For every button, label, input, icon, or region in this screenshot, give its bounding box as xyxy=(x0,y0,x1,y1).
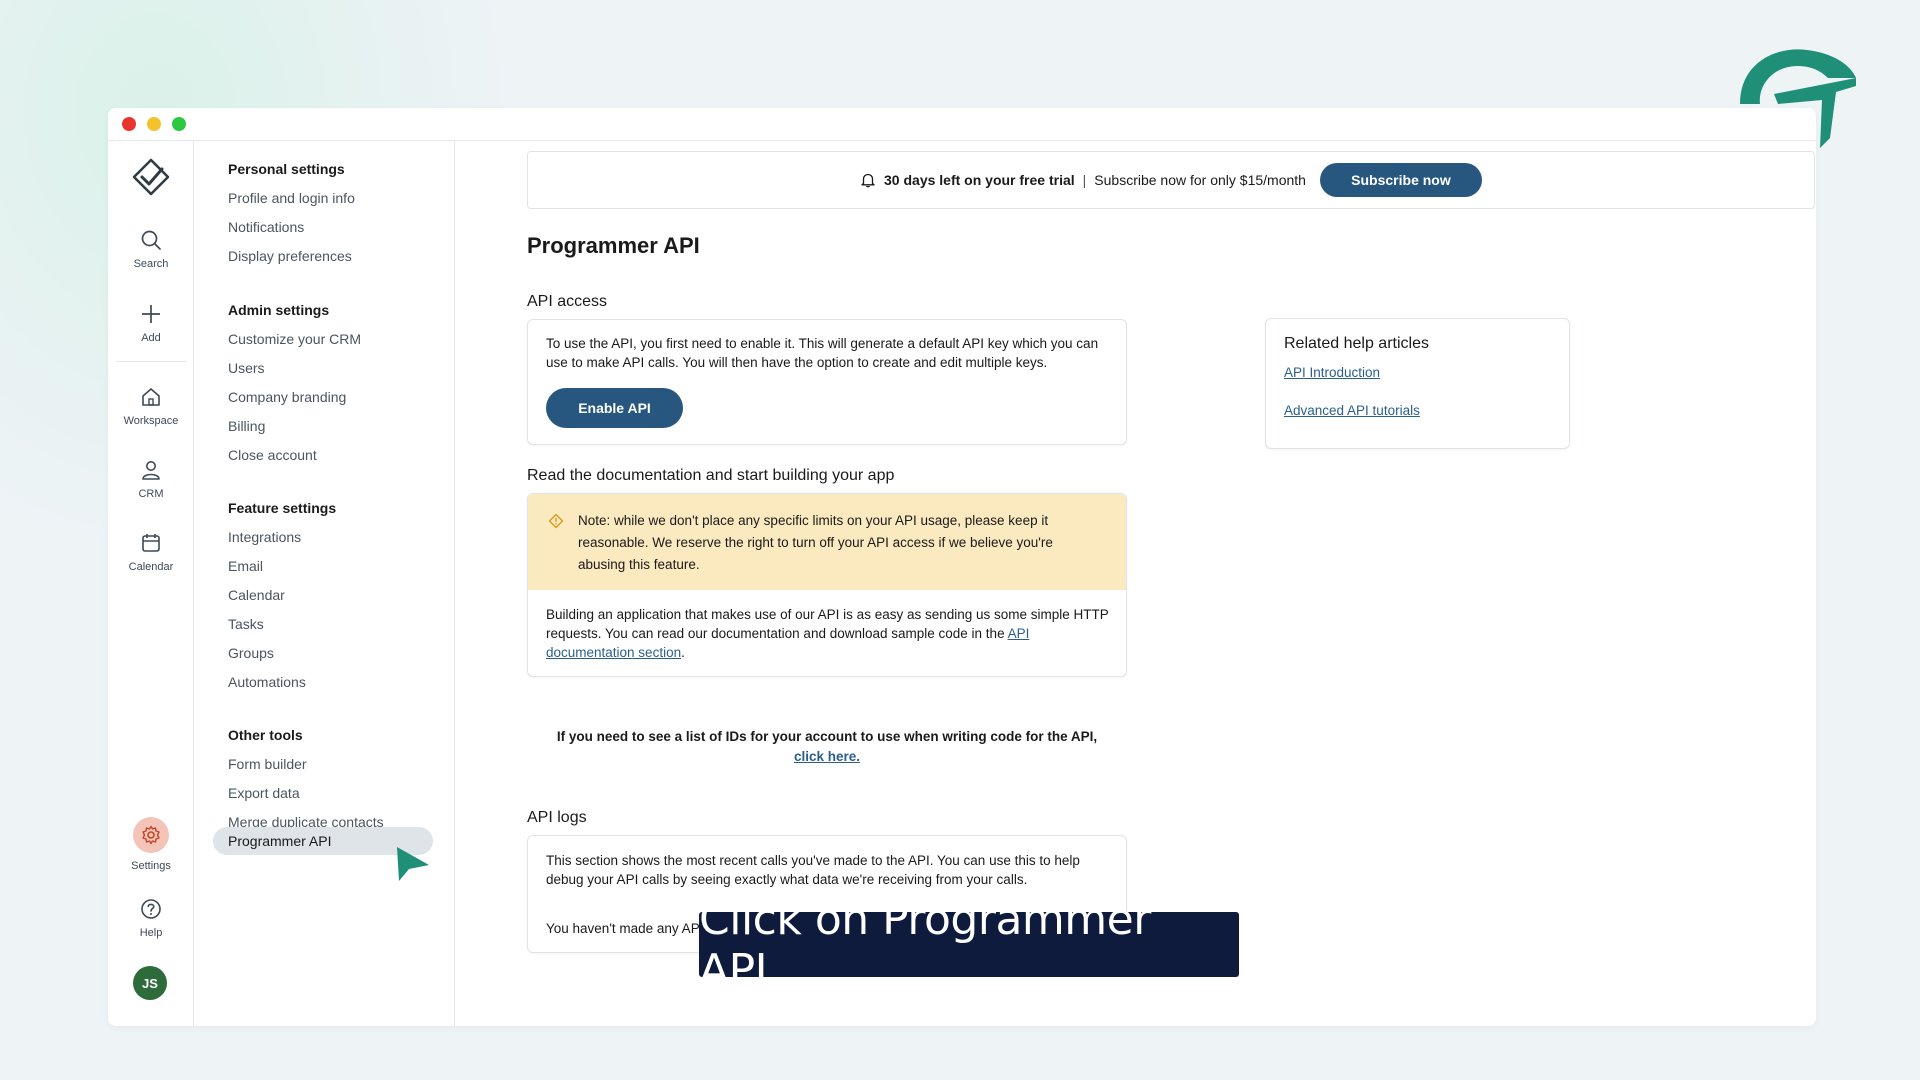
rail-label-calendar: Calendar xyxy=(128,561,174,573)
minimize-dot[interactable] xyxy=(147,117,161,131)
user-avatar[interactable]: JS xyxy=(133,966,167,1000)
rail-calendar[interactable]: Calendar xyxy=(108,532,194,573)
settings-active-indicator xyxy=(133,817,169,853)
api-access-card: To use the API, you first need to enable… xyxy=(527,319,1127,445)
nav-section-admin: Admin settings xyxy=(228,302,330,318)
rail-label-settings: Settings xyxy=(131,860,171,872)
trial-banner: 30 days left on your free trial | Subscr… xyxy=(527,151,1815,209)
page-title: Programmer API xyxy=(527,233,700,258)
nav-item-customize-crm[interactable]: Customize your CRM xyxy=(228,331,361,347)
help-link-api-introduction[interactable]: API Introduction xyxy=(1284,365,1380,380)
calendar-icon xyxy=(142,534,160,552)
bell-icon xyxy=(861,173,875,188)
icon-rail: Search Add Workspace CRM Calendar Settin… xyxy=(108,141,194,1026)
rail-label-crm: CRM xyxy=(138,488,164,500)
nav-section-personal: Personal settings xyxy=(228,161,345,177)
rail-workspace[interactable]: Workspace xyxy=(108,386,194,427)
nav-item-calendar[interactable]: Calendar xyxy=(228,587,285,603)
nav-item-company-branding[interactable]: Company branding xyxy=(228,389,346,405)
warning-diamond-icon xyxy=(548,513,564,529)
settings-nav: Personal settings Profile and login info… xyxy=(194,141,455,1026)
nav-item-profile[interactable]: Profile and login info xyxy=(228,190,355,206)
nav-section-feature: Feature settings xyxy=(228,500,337,516)
nav-item-automations[interactable]: Automations xyxy=(228,674,306,690)
person-icon xyxy=(142,461,160,480)
app-window: Search Add Workspace CRM Calendar Settin… xyxy=(108,108,1816,1026)
account-ids-note: If you need to see a list of IDs for you… xyxy=(527,727,1127,767)
api-usage-note: Note: while we don't place any specific … xyxy=(528,494,1126,590)
rail-label-workspace: Workspace xyxy=(123,415,179,427)
api-access-heading: API access xyxy=(527,293,608,310)
help-link-advanced-tutorials[interactable]: Advanced API tutorials xyxy=(1284,403,1420,418)
subscribe-button[interactable]: Subscribe now xyxy=(1319,163,1482,197)
docs-heading: Read the documentation and start buildin… xyxy=(527,467,895,484)
enable-api-button[interactable]: Enable API xyxy=(546,388,683,428)
home-icon xyxy=(142,388,160,406)
rail-search[interactable]: Search xyxy=(108,229,194,270)
nav-item-users[interactable]: Users xyxy=(228,360,265,376)
docs-text: Building an application that makes use o… xyxy=(546,605,1112,662)
help-icon xyxy=(141,899,161,919)
nav-section-other: Other tools xyxy=(228,727,303,743)
nav-item-export-data[interactable]: Export data xyxy=(228,785,300,801)
gear-icon xyxy=(142,825,160,845)
help-articles-card: Related help articles API Introduction A… xyxy=(1265,318,1570,449)
api-usage-note-text: Note: while we don't place any specific … xyxy=(578,513,1053,572)
docs-card: Note: while we don't place any specific … xyxy=(527,493,1127,677)
api-logs-heading: API logs xyxy=(527,809,587,826)
trial-offer-text: Subscribe now for only $15/month xyxy=(1094,172,1306,188)
nav-item-form-builder[interactable]: Form builder xyxy=(228,756,307,772)
nav-item-notifications[interactable]: Notifications xyxy=(228,219,304,235)
tutorial-caption: Click on Programmer API. xyxy=(699,894,1239,996)
title-bar xyxy=(108,108,1816,141)
trial-days-text: 30 days left on your free trial xyxy=(884,172,1075,188)
nav-item-programmer-api[interactable]: Programmer API xyxy=(228,833,331,849)
trial-separator: | xyxy=(1082,172,1087,188)
rail-add[interactable]: Add xyxy=(108,303,194,344)
nav-item-close-account[interactable]: Close account xyxy=(228,447,317,463)
rail-label-help: Help xyxy=(139,927,163,939)
api-access-text: To use the API, you first need to enable… xyxy=(546,336,1099,370)
help-articles-title: Related help articles xyxy=(1284,335,1429,352)
rail-label-add: Add xyxy=(141,332,161,344)
rail-settings[interactable]: Settings xyxy=(108,817,194,872)
rail-divider xyxy=(116,361,186,362)
docs-body-end: . xyxy=(681,645,685,660)
nav-item-groups[interactable]: Groups xyxy=(228,645,274,661)
maximize-dot[interactable] xyxy=(172,117,186,131)
app-logo-icon[interactable] xyxy=(131,157,171,197)
pointer-cursor-icon xyxy=(397,847,429,881)
account-ids-text: If you need to see a list of IDs for you… xyxy=(556,729,1098,744)
api-logs-text: This section shows the most recent calls… xyxy=(546,853,1080,887)
nav-item-integrations[interactable]: Integrations xyxy=(228,529,301,545)
rail-label-search: Search xyxy=(133,258,169,270)
nav-item-email[interactable]: Email xyxy=(228,558,263,574)
rail-help[interactable]: Help xyxy=(108,898,194,939)
nav-item-billing[interactable]: Billing xyxy=(228,418,265,434)
nav-item-display-preferences[interactable]: Display preferences xyxy=(228,248,352,264)
search-icon xyxy=(141,230,161,250)
close-dot[interactable] xyxy=(122,117,136,131)
rail-crm[interactable]: CRM xyxy=(108,459,194,500)
plus-icon xyxy=(142,305,160,323)
click-here-link[interactable]: click here. xyxy=(794,749,860,764)
nav-item-tasks[interactable]: Tasks xyxy=(228,616,264,632)
